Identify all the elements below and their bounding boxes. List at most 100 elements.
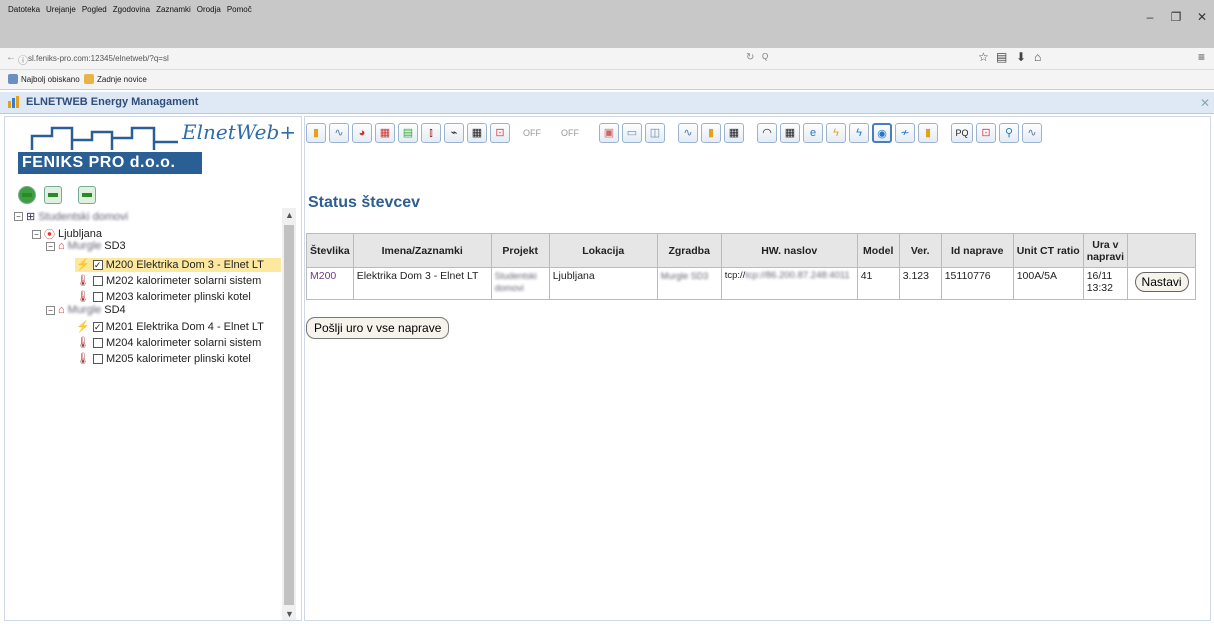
menu-edit[interactable]: Urejanje: [46, 5, 76, 14]
trend-icon-2[interactable]: ∿: [678, 123, 698, 143]
panel-icon[interactable]: ▭: [622, 123, 642, 143]
tree-node-device-m201[interactable]: ⚡ ✓ M201 Elektrika Dom 4 - Elnet LT: [76, 320, 264, 334]
folder-icon: [84, 74, 94, 84]
reload-icon[interactable]: ↻: [746, 52, 754, 63]
tree-node-device-m203[interactable]: 🌡 M203 kalorimeter plinski kotel: [76, 290, 251, 304]
table-icon[interactable]: ▦: [467, 123, 487, 143]
tree-node-device-m202[interactable]: 🌡 M202 kalorimeter solarni sistem: [76, 274, 261, 288]
back-icon[interactable]: ←: [6, 52, 16, 63]
download-icon[interactable]: ⬇: [1016, 50, 1026, 64]
building-name: Murgle: [67, 240, 102, 252]
search-input[interactable]: Q: [762, 52, 962, 66]
stacked-bars-icon[interactable]: ▦: [375, 123, 395, 143]
menu-file[interactable]: Datoteka: [8, 5, 40, 14]
device-checkbox[interactable]: [92, 353, 103, 364]
thermometer-icon: 🌡: [76, 337, 90, 349]
bookmark-most-visited[interactable]: Najbolj obiskano: [8, 74, 80, 84]
status-icon[interactable]: ◉: [872, 123, 892, 143]
device-checkbox[interactable]: [92, 291, 103, 302]
device-checkbox[interactable]: ✓: [92, 321, 103, 332]
power-icon[interactable]: ϟ: [826, 123, 846, 143]
bookmark-latest-news[interactable]: Zadnje novice: [84, 74, 147, 84]
tree-node-root[interactable]: − ⊞ Studentski domovi: [14, 210, 128, 223]
line-chart-icon[interactable]: ⌁: [444, 123, 464, 143]
gauge-icon[interactable]: ◠: [757, 123, 777, 143]
scroll-up-icon[interactable]: ▲: [285, 210, 294, 220]
building-code: SD3: [104, 240, 126, 252]
table-icon-2[interactable]: ▦: [724, 123, 744, 143]
info-icon[interactable]: ⓘ: [18, 52, 28, 67]
close-window-icon[interactable]: ✕: [1192, 10, 1212, 24]
off-toggle-1[interactable]: OFF: [523, 128, 541, 138]
bar-chart-icon-3[interactable]: ▮: [918, 123, 938, 143]
hamburger-menu-icon[interactable]: ≡: [1198, 50, 1205, 64]
brand-name: FENIKS PRO d.o.o.: [18, 152, 202, 174]
device-checkbox[interactable]: [92, 337, 103, 348]
curve-icon[interactable]: ∿: [1022, 123, 1042, 143]
grid-icon[interactable]: ▦: [780, 123, 800, 143]
menu-help[interactable]: Pomoč: [227, 5, 252, 14]
tree-node-device-m205[interactable]: 🌡 M205 kalorimeter plinski kotel: [76, 352, 251, 366]
collapse-icon[interactable]: [44, 186, 62, 204]
star-icon[interactable]: ☆: [978, 50, 989, 64]
expand-icon[interactable]: −: [46, 305, 55, 315]
remove-icon[interactable]: [78, 186, 96, 204]
waveform-icon[interactable]: ≁: [895, 123, 915, 143]
menu-history[interactable]: Zgodovina: [113, 5, 150, 14]
magnifier-icon[interactable]: ⚲: [999, 123, 1019, 143]
add-icon[interactable]: [18, 186, 36, 204]
off-toggle-2[interactable]: OFF: [561, 128, 579, 138]
close-app-icon[interactable]: ✕: [1200, 96, 1210, 110]
browser-icon[interactable]: e: [803, 123, 823, 143]
tree-node-device-m200[interactable]: ⚡ ✓ M200 Elektrika Dom 3 - Elnet LT: [76, 258, 264, 272]
tree-node-building-sd3[interactable]: − ⌂ Murgle SD3: [46, 240, 126, 252]
thermometer-icon: 🌡: [76, 353, 90, 365]
tree-node-device-m204[interactable]: 🌡 M204 kalorimeter solarni sistem: [76, 336, 261, 350]
scrollbar-thumb[interactable]: [284, 225, 294, 605]
thermometer-tool-icon[interactable]: ⫾: [421, 123, 441, 143]
split-view-icon[interactable]: ◫: [645, 123, 665, 143]
pie-chart-icon[interactable]: ◕: [352, 123, 372, 143]
bar-chart-icon-2[interactable]: ▮: [701, 123, 721, 143]
browser-menubar: Datoteka Urejanje Pogled Zgodovina Zazna…: [8, 5, 252, 14]
send-time-all-button[interactable]: Pošlji uro v vse naprave: [306, 317, 450, 339]
root-label: Studentski domovi: [38, 210, 129, 223]
scroll-down-icon[interactable]: ▼: [285, 609, 294, 619]
reader-icon[interactable]: ▤: [996, 50, 1007, 64]
menu-tools[interactable]: Orodja: [197, 5, 221, 14]
device-checkbox[interactable]: [92, 275, 103, 286]
cell-hw-prefix: tcp://: [724, 270, 746, 281]
col-ura: Ura v napravi: [1082, 233, 1129, 268]
col-action: [1127, 233, 1197, 268]
menu-view[interactable]: Pogled: [82, 5, 107, 14]
col-ime: Imena/Zaznamki: [352, 233, 492, 268]
pdf-icon[interactable]: ⊡: [490, 123, 510, 143]
menu-bookmarks[interactable]: Zaznamki: [156, 5, 191, 14]
calendar-icon[interactable]: ▣: [599, 123, 619, 143]
col-id: Id naprave: [940, 233, 1014, 268]
device-checkbox[interactable]: ✓: [92, 259, 103, 270]
layers-icon[interactable]: ▤: [398, 123, 418, 143]
tree-node-building-sd4[interactable]: − ⌂ Murgle SD4: [46, 304, 126, 316]
cell-ver: 3.123: [898, 267, 942, 300]
minimize-icon[interactable]: –: [1140, 10, 1160, 24]
energy-icon[interactable]: ϟ: [849, 123, 869, 143]
col-model: Model: [856, 233, 900, 268]
device-label: M203 kalorimeter plinski kotel: [105, 290, 251, 303]
expand-icon[interactable]: −: [32, 229, 41, 239]
pdf-icon-2[interactable]: ⊡: [976, 123, 996, 143]
url-bar[interactable]: sl.feniks-pro.com:12345/elnetweb/?q=sl: [28, 52, 728, 66]
set-clock-button[interactable]: Nastavi: [1134, 272, 1189, 292]
expand-icon[interactable]: −: [46, 241, 55, 251]
expand-icon[interactable]: −: [14, 212, 23, 221]
cell-zgradba: Murgle SD3: [660, 271, 709, 281]
bookmarks-bar: [0, 70, 1214, 90]
meter-link[interactable]: M200: [310, 270, 336, 282]
app-title: ELNETWEB Energy Managament: [26, 96, 199, 108]
pq-button[interactable]: PQ: [951, 123, 973, 143]
cell-ime: Elektrika Dom 3 - Elnet LT: [352, 267, 492, 300]
trend-icon[interactable]: ∿: [329, 123, 349, 143]
restore-icon[interactable]: ❐: [1166, 10, 1186, 24]
bar-chart-icon[interactable]: ▮: [306, 123, 326, 143]
home-icon[interactable]: ⌂: [1034, 50, 1041, 64]
